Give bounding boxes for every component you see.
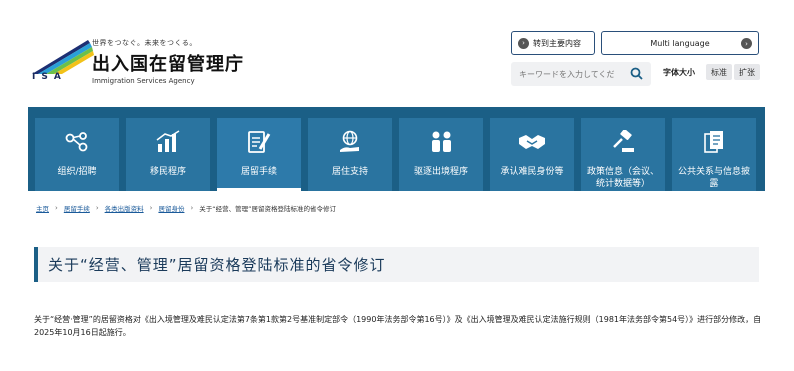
document-pen-icon bbox=[246, 129, 272, 155]
people-icon bbox=[428, 129, 454, 155]
network-icon bbox=[64, 129, 90, 155]
font-size-label: 字体大小 bbox=[663, 68, 695, 77]
gavel-icon bbox=[610, 129, 636, 155]
nav-item-label: 驱逐出境程序 bbox=[413, 167, 468, 177]
global-nav: 组织/招聘 移民程序 居留手续 居住支持 驱逐出境程序 承认难民身份等 政策信息… bbox=[28, 107, 765, 191]
page-body-text: 关于“经营·管理”的居留资格对《出入境管理及难民认定法第7条第1款第2号基准制定… bbox=[34, 315, 762, 337]
page-title: 关于“经营、管理”居留资格登陆标准的省令修订 bbox=[48, 256, 386, 274]
globe-hand-icon bbox=[337, 129, 363, 155]
agency-name: 出入国在留管理庁 bbox=[92, 54, 244, 75]
language-label: Multi language bbox=[650, 38, 710, 48]
logo-mark-icon bbox=[32, 40, 94, 74]
search-icon[interactable] bbox=[630, 67, 643, 80]
search-box bbox=[511, 62, 651, 87]
page-title-box: 关于“经营、管理”居留资格登陆标准的省令修订 bbox=[34, 247, 759, 282]
chevron-right-icon: › bbox=[741, 38, 752, 49]
nav-item-deportation[interactable]: 驱逐出境程序 bbox=[399, 118, 483, 191]
breadcrumb-link[interactable]: 居留身份 bbox=[158, 203, 184, 213]
nav-item-organization[interactable]: 组织/招聘 bbox=[35, 118, 119, 191]
handshake-icon bbox=[517, 129, 547, 155]
nav-item-refugee[interactable]: 承认难民身份等 bbox=[490, 118, 574, 191]
tagline: 世界をつなぐ。未来をつくる。 bbox=[92, 39, 197, 47]
skip-to-main-button[interactable]: › 转到主要内容 bbox=[511, 31, 595, 55]
breadcrumb-current: 关于“经营、管理”居留资格登陆标准的省令修订 bbox=[199, 205, 336, 213]
nav-item-public-relations[interactable]: 公共关系与信息披露 bbox=[672, 118, 756, 191]
nav-item-immigration[interactable]: 移民程序 bbox=[126, 118, 210, 191]
nav-item-label: 组织/招聘 bbox=[57, 167, 97, 177]
logo-text: 世界をつなぐ。未来をつくる。 出入国在留管理庁 Immigration Serv… bbox=[92, 38, 244, 85]
breadcrumb-separator: › bbox=[95, 204, 99, 212]
search-input[interactable] bbox=[511, 62, 623, 87]
breadcrumb-home-link[interactable]: 主页 bbox=[36, 203, 49, 213]
breadcrumb-separator: › bbox=[149, 204, 153, 212]
agency-name-en: Immigration Services Agency bbox=[92, 77, 195, 85]
breadcrumb: 主页 › 居留手续 › 各类出版资料 › 居留身份 › 关于“经营、管理”居留资… bbox=[36, 203, 336, 213]
multi-language-button[interactable]: Multi language › bbox=[601, 31, 759, 55]
nav-item-label: 移民程序 bbox=[149, 167, 186, 177]
breadcrumb-link[interactable]: 各类出版资料 bbox=[105, 203, 144, 213]
nav-item-label: 居住支持 bbox=[331, 167, 368, 177]
nav-item-policy[interactable]: 政策信息（会议、统计数据等） bbox=[581, 118, 665, 191]
logo-abbr: ISA bbox=[32, 72, 67, 82]
nav-item-label: 承认难民身份等 bbox=[500, 167, 564, 177]
nav-item-label: 公共关系与信息披露 bbox=[677, 167, 750, 190]
skip-to-main-label: 转到主要内容 bbox=[533, 38, 581, 48]
bar-chart-icon bbox=[155, 129, 181, 155]
breadcrumb-separator: › bbox=[55, 204, 58, 212]
breadcrumb-separator: › bbox=[190, 204, 194, 212]
font-size-large-button[interactable]: 扩张 bbox=[734, 64, 760, 80]
nav-item-label: 政策信息（会议、统计数据等） bbox=[586, 167, 659, 190]
font-size-standard-button[interactable]: 标准 bbox=[706, 64, 732, 80]
nav-item-label: 居留手续 bbox=[240, 167, 277, 177]
chevron-right-icon: › bbox=[518, 37, 529, 49]
nav-item-living-support[interactable]: 居住支持 bbox=[308, 118, 392, 191]
breadcrumb-link[interactable]: 居留手续 bbox=[64, 203, 90, 213]
nav-item-residence[interactable]: 居留手续 bbox=[217, 118, 301, 191]
documents-icon bbox=[701, 129, 727, 155]
